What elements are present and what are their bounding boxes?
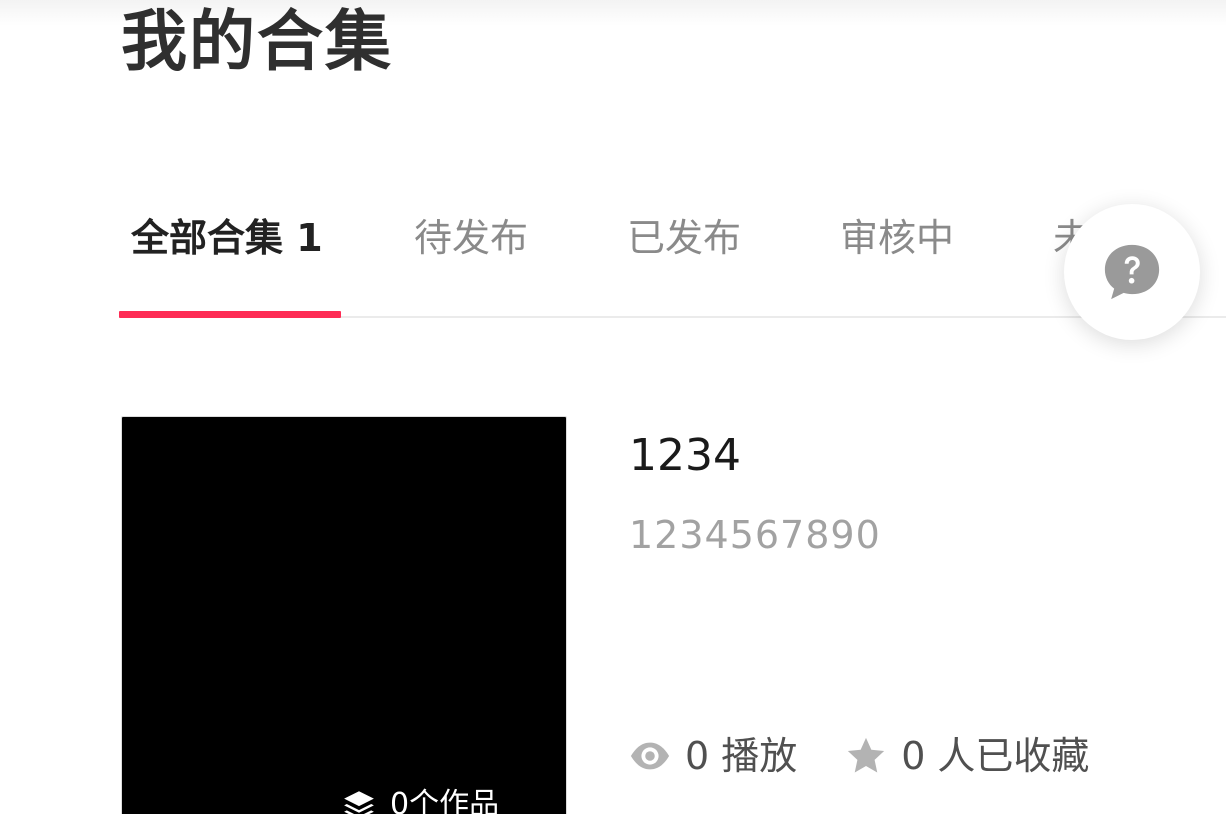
play-stat: 0 播放	[629, 732, 797, 780]
collections-page: 我的合集 全部合集 1 待发布 已发布 审核中 未 0个作品 12	[0, 0, 1226, 814]
tab-pending-publish[interactable]: 待发布	[414, 212, 528, 264]
tab-all-collections[interactable]: 全部合集 1	[131, 212, 323, 264]
active-tab-indicator	[119, 311, 341, 318]
star-icon	[848, 737, 885, 773]
tab-published[interactable]: 已发布	[627, 212, 741, 264]
collection-description: 1234567890	[629, 513, 881, 557]
page-title: 我的合集	[121, 3, 393, 80]
eye-icon	[630, 742, 670, 770]
layers-icon	[344, 791, 374, 814]
play-count: 0	[685, 734, 710, 778]
favorite-label: 人已收藏	[937, 734, 1090, 778]
play-label: 播放	[721, 734, 798, 778]
work-count-label: 0个作品	[390, 787, 500, 814]
collection-stats: 0 播放 0 人已收藏	[629, 732, 1089, 780]
help-button[interactable]	[1064, 204, 1200, 340]
favorite-stat: 0 人已收藏	[845, 732, 1089, 780]
tab-under-review[interactable]: 审核中	[840, 212, 954, 264]
collection-name[interactable]: 1234	[629, 430, 741, 482]
work-count: 0个作品	[342, 787, 499, 814]
collection-tabs: 全部合集 1 待发布 已发布 审核中 未	[119, 200, 1226, 318]
collection-cover[interactable]: 0个作品	[121, 416, 567, 814]
collection-card[interactable]: 0个作品 1234 1234567890 0 播放 0 人已收藏	[121, 416, 1121, 814]
question-bubble-icon	[1104, 244, 1160, 300]
favorite-count: 0	[901, 734, 926, 778]
